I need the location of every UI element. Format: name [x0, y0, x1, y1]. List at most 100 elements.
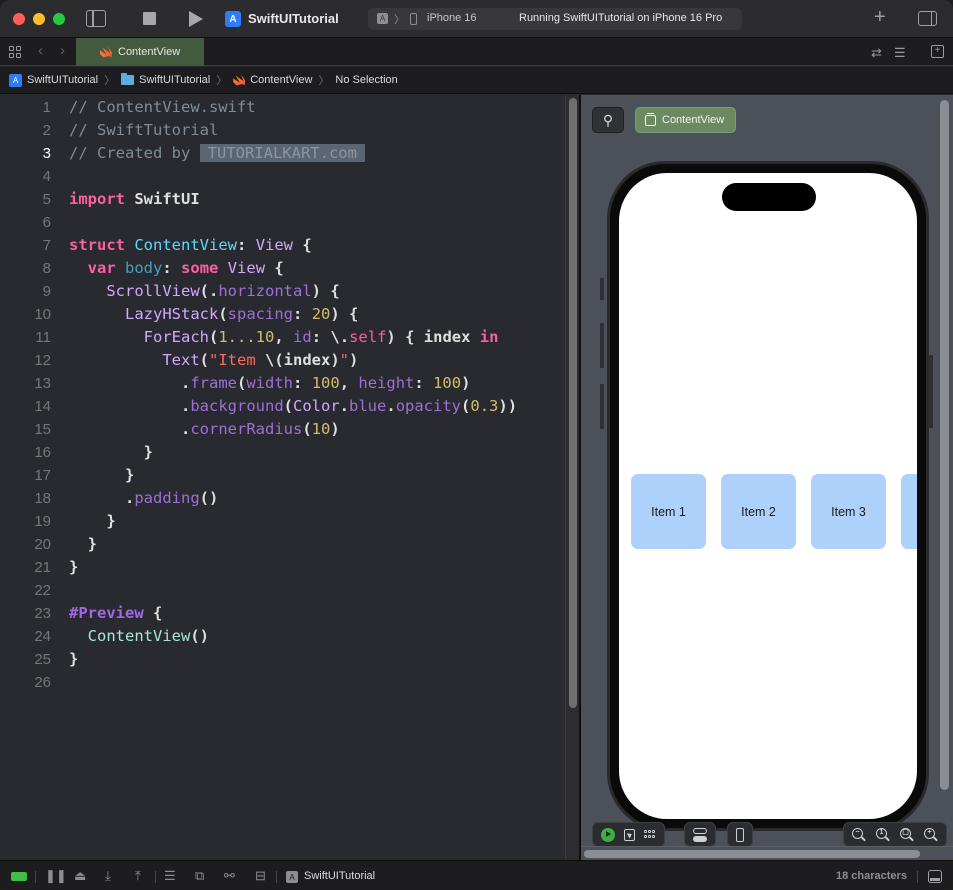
- step-out-icon[interactable]: ⤒: [135, 869, 141, 883]
- device-picker-icon[interactable]: [736, 827, 744, 842]
- code-text[interactable]: }: [69, 648, 78, 671]
- step-into-icon[interactable]: ⤓: [105, 869, 111, 883]
- code-text[interactable]: .cornerRadius(10): [69, 418, 340, 441]
- code-line[interactable]: 10 LazyHStack(spacing: 20) {: [0, 303, 565, 326]
- canvas-vertical-thumb[interactable]: [940, 100, 949, 790]
- tab-contentview[interactable]: ContentView: [76, 38, 204, 66]
- add-editor-icon[interactable]: +: [931, 45, 944, 58]
- add-library-button[interactable]: +: [874, 7, 886, 27]
- code-text[interactable]: LazyHStack(spacing: 20) {: [69, 303, 358, 326]
- code-text[interactable]: }: [69, 533, 97, 556]
- code-text[interactable]: .padding(): [69, 487, 218, 510]
- close-window-button[interactable]: [13, 13, 25, 25]
- code-text[interactable]: }: [69, 556, 78, 579]
- process-label[interactable]: SwiftUITutorial: [304, 870, 375, 882]
- code-text[interactable]: .frame(width: 100, height: 100): [69, 372, 470, 395]
- zoom-to-fit-icon[interactable]: ▢: [900, 827, 914, 842]
- code-line[interactable]: 11 ForEach(1...10, id: \.self) { index i…: [0, 326, 565, 349]
- code-line[interactable]: 26: [0, 671, 565, 694]
- code-line[interactable]: 23 #Preview {: [0, 602, 565, 625]
- environment-overrides-icon[interactable]: ⊟: [255, 869, 266, 883]
- code-line[interactable]: 21}: [0, 556, 565, 579]
- code-line[interactable]: 24 ContentView(): [0, 625, 565, 648]
- device-screen[interactable]: Item 1 Item 2 Item 3 Item 4: [619, 173, 917, 819]
- minimize-window-button[interactable]: [33, 13, 45, 25]
- code-line[interactable]: 7 struct ContentView: View {: [0, 234, 565, 257]
- live-preview-play-icon[interactable]: [601, 827, 615, 842]
- code-line[interactable]: 3 // Created by TUTORIALKART.com: [0, 142, 565, 165]
- back-chevron-icon[interactable]: ‹: [38, 42, 43, 59]
- selectable-mode-icon[interactable]: [624, 828, 635, 841]
- zoom-in-icon[interactable]: +: [924, 827, 938, 842]
- debug-area-toggle-icon[interactable]: [11, 872, 27, 881]
- code-text[interactable]: // SwiftTutorial: [69, 119, 218, 142]
- run-button[interactable]: [189, 11, 203, 27]
- editor-scrollbar[interactable]: [565, 95, 579, 860]
- highlighted-selection[interactable]: TUTORIALKART.com: [199, 144, 365, 162]
- code-text[interactable]: }: [69, 510, 115, 533]
- canvas-horizontal-scroll-track[interactable]: [581, 846, 953, 860]
- code-line[interactable]: 8 var body: some View {: [0, 257, 565, 280]
- code-text[interactable]: // Created by TUTORIALKART.com: [69, 142, 365, 165]
- code-line[interactable]: 9 ScrollView(.horizontal) {: [0, 280, 565, 303]
- code-text[interactable]: // ContentView.swift: [69, 96, 256, 119]
- code-text[interactable]: struct ContentView: View {: [69, 234, 312, 257]
- breadcrumb-file[interactable]: ContentView: [233, 74, 312, 86]
- code-text[interactable]: .background(Color.blue.opacity(0.3)): [69, 395, 517, 418]
- variants-grid-icon[interactable]: [644, 829, 656, 840]
- code-line[interactable]: 18 .padding(): [0, 487, 565, 510]
- code-line[interactable]: 25}: [0, 648, 565, 671]
- code-line[interactable]: 15 .cornerRadius(10): [0, 418, 565, 441]
- code-text[interactable]: ForEach(1...10, id: \.self) { index in: [69, 326, 499, 349]
- pin-preview-button[interactable]: ⚲: [592, 107, 624, 133]
- source-editor[interactable]: 1 // ContentView.swift 2 // SwiftTutorial 3 /…: [0, 95, 565, 860]
- code-line[interactable]: 1 // ContentView.swift: [0, 96, 565, 119]
- zoom-out-icon[interactable]: −: [852, 827, 866, 842]
- code-text[interactable]: Text("Item \(index)"): [69, 349, 358, 372]
- code-text[interactable]: }: [69, 441, 153, 464]
- code-line[interactable]: 16 }: [0, 441, 565, 464]
- code-line[interactable]: 20 }: [0, 533, 565, 556]
- code-text[interactable]: ScrollView(.horizontal) {: [69, 280, 339, 303]
- code-text[interactable]: var body: some View {: [69, 257, 284, 280]
- breadcrumb-folder[interactable]: SwiftUITutorial: [121, 73, 210, 86]
- forward-chevron-icon[interactable]: ›: [60, 42, 65, 59]
- code-text[interactable]: #Preview {: [69, 602, 162, 625]
- breadcrumb-project[interactable]: A SwiftUITutorial: [9, 73, 98, 87]
- code-text[interactable]: import SwiftUI: [69, 188, 200, 211]
- code-line[interactable]: 14 .background(Color.blue.opacity(0.3)): [0, 395, 565, 418]
- code-line[interactable]: 4: [0, 165, 565, 188]
- editor-scroll-thumb[interactable]: [569, 98, 577, 708]
- pause-icon[interactable]: ❚❚: [45, 869, 67, 883]
- related-items-grid-icon[interactable]: [9, 46, 22, 59]
- device-settings-icon[interactable]: [693, 827, 707, 842]
- memory-graph-icon[interactable]: ⧉: [195, 869, 204, 883]
- zoom-window-button[interactable]: [53, 13, 65, 25]
- stop-button[interactable]: [143, 12, 156, 25]
- editor-options-icon[interactable]: ☰: [894, 45, 906, 61]
- code-line[interactable]: 5 import SwiftUI: [0, 188, 565, 211]
- code-text[interactable]: }: [69, 464, 134, 487]
- scheme-app-icon[interactable]: A: [377, 13, 388, 24]
- inspector-toggle-icon[interactable]: [918, 11, 937, 26]
- code-line[interactable]: 13 .frame(width: 100, height: 100): [0, 372, 565, 395]
- step-over-icon[interactable]: ⏏: [74, 869, 86, 883]
- navigator-toggle-icon[interactable]: [86, 10, 106, 27]
- preview-contentview-chip[interactable]: ContentView: [635, 107, 736, 133]
- canvas-vertical-scrollbar[interactable]: [937, 97, 951, 849]
- share-graph-icon[interactable]: ⚯: [224, 869, 235, 883]
- code-line[interactable]: 6: [0, 211, 565, 234]
- view-hierarchy-icon[interactable]: ☰: [164, 869, 176, 883]
- toggle-console-icon[interactable]: [928, 870, 942, 883]
- swap-arrows-icon[interactable]: ⇄: [871, 45, 882, 61]
- run-destination[interactable]: iPhone 16: [427, 12, 477, 24]
- code-line[interactable]: 22: [0, 579, 565, 602]
- zoom-actual-size-icon[interactable]: 1: [876, 827, 890, 842]
- code-text[interactable]: ContentView(): [69, 625, 209, 648]
- code-line[interactable]: 17 }: [0, 464, 565, 487]
- code-line[interactable]: 19 }: [0, 510, 565, 533]
- breadcrumb-selection[interactable]: No Selection: [335, 74, 397, 86]
- code-line[interactable]: 2 // SwiftTutorial: [0, 119, 565, 142]
- code-line[interactable]: 12 Text("Item \(index)"): [0, 349, 565, 372]
- scheme-activity-bar[interactable]: A 〉 iPhone 16 Running SwiftUITutorial on…: [368, 8, 742, 30]
